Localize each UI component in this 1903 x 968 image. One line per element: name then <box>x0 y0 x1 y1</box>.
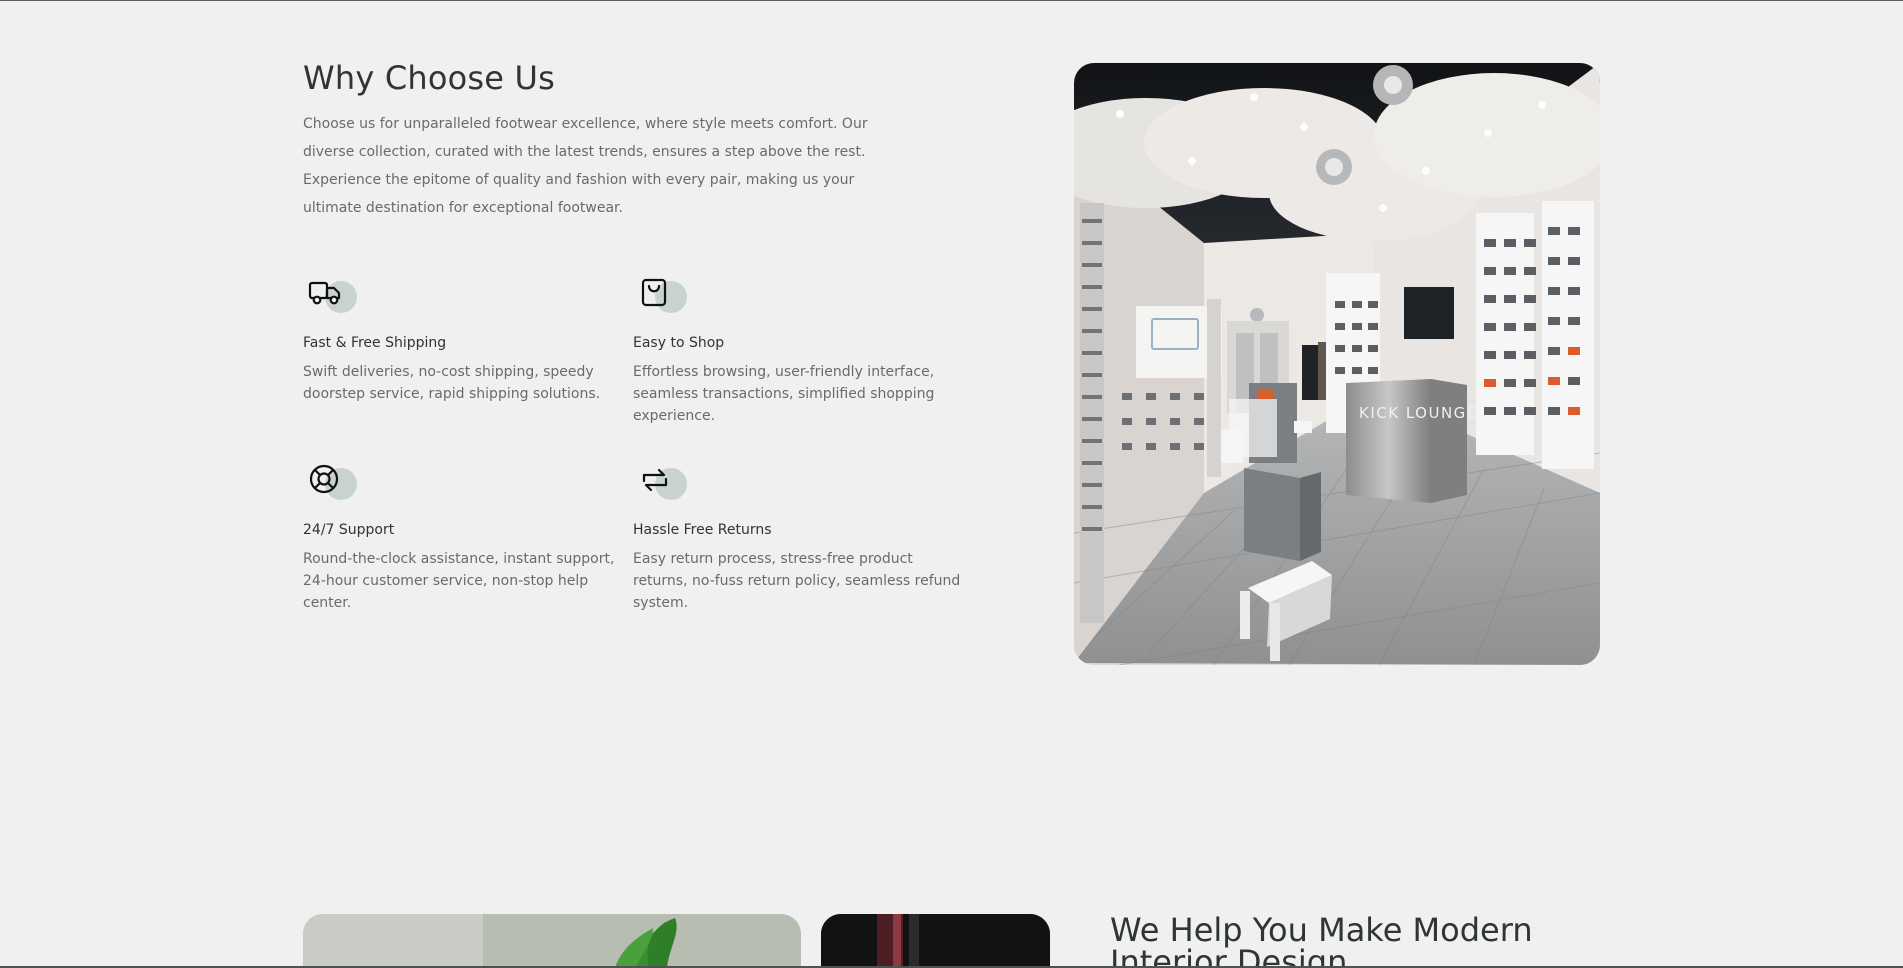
section-title: Why Choose Us <box>303 59 556 97</box>
store-interior-image: KICK LOUNGE <box>1074 63 1600 665</box>
interior-accent-card <box>821 914 1050 968</box>
feature-easy-shop: Easy to Shop Effortless browsing, user-f… <box>633 271 963 427</box>
svg-text:KICK LOUNGE: KICK LOUNGE <box>1359 404 1478 422</box>
modern-design-title: We Help You Make Modern Interior Design <box>1110 914 1533 968</box>
feature-title: Fast & Free Shipping <box>303 335 447 351</box>
feature-shipping: Fast & Free Shipping Swift deliveries, n… <box>303 271 633 405</box>
truck-icon <box>308 281 341 305</box>
feature-icon-wrapper <box>633 458 693 508</box>
store-photo-illustration: KICK LOUNGE <box>1074 63 1600 665</box>
feature-title: Easy to Shop <box>633 335 725 351</box>
interior-image-card <box>303 914 801 968</box>
section-intro: Choose us for unparalleled footwear exce… <box>303 116 868 216</box>
feature-icon-wrapper <box>303 271 363 321</box>
modern-design-section: We Help You Make Modern Interior Design <box>0 914 1903 968</box>
plant-image <box>303 914 801 968</box>
feature-title: 24/7 Support <box>303 522 395 538</box>
shopping-bag-icon <box>641 278 667 307</box>
dark-image <box>821 914 1050 968</box>
feature-support: 24/7 Support Round-the-clock assistance,… <box>303 458 633 614</box>
feature-description: Effortless browsing, user-friendly inter… <box>633 364 935 424</box>
feature-title: Hassle Free Returns <box>633 522 772 538</box>
support-icon <box>309 464 339 494</box>
why-choose-us-section: Why Choose Us Choose us for unparalleled… <box>0 1 1903 701</box>
returns-icon <box>642 468 668 492</box>
feature-icon-wrapper <box>633 271 693 321</box>
feature-returns: Hassle Free Returns Easy return process,… <box>633 458 963 614</box>
feature-icon-wrapper <box>303 458 363 508</box>
feature-description: Round-the-clock assistance, instant supp… <box>303 551 615 611</box>
feature-description: Swift deliveries, no-cost shipping, spee… <box>303 364 601 402</box>
feature-description: Easy return process, stress-free product… <box>633 551 961 611</box>
